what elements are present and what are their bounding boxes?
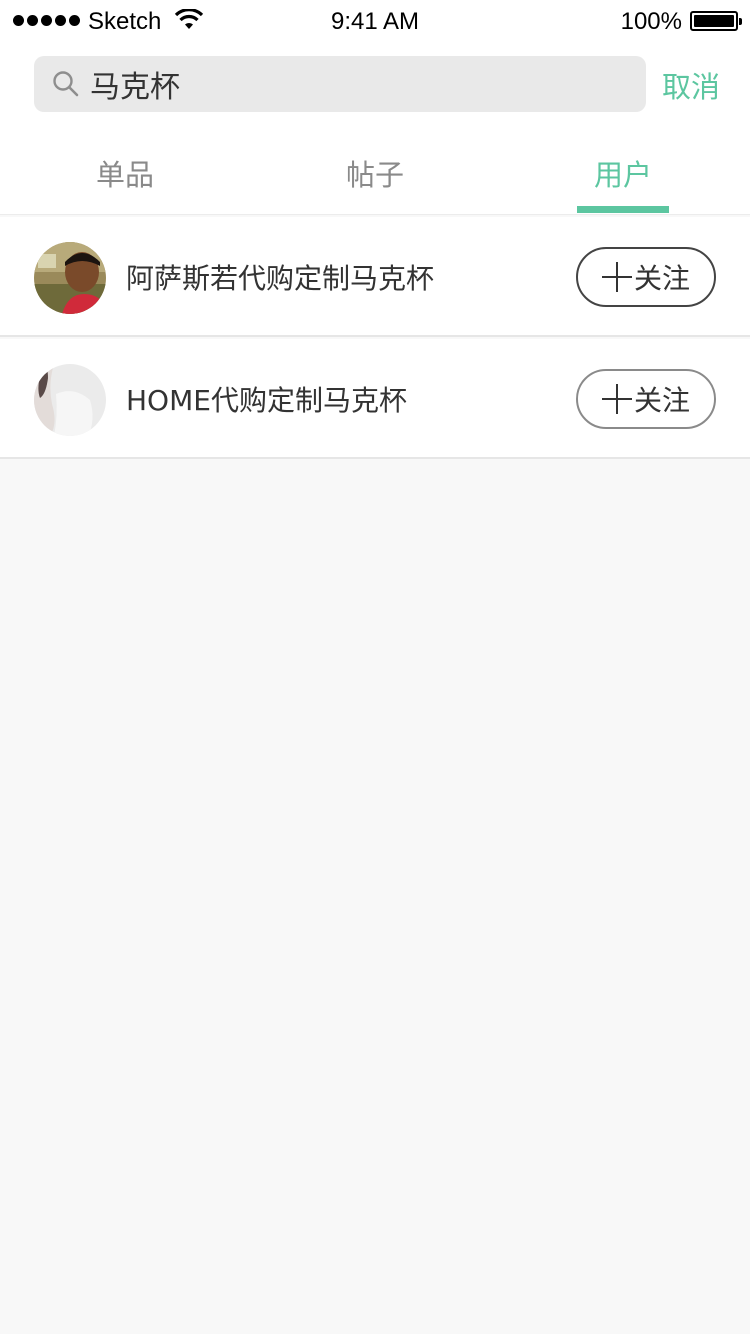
search-icon: [52, 70, 80, 102]
battery-percentage: 100%: [620, 8, 682, 35]
search-input[interactable]: [90, 65, 630, 103]
user-list-item[interactable]: HOME代购定制马克杯 关注: [0, 339, 750, 459]
user-name: 阿萨斯若代购定制马克杯: [126, 262, 435, 295]
status-bar: Sketch 9:41 AM 100%: [0, 0, 750, 44]
search-bar[interactable]: [34, 56, 646, 112]
avatar: [34, 242, 106, 314]
avatar: [34, 364, 106, 436]
tab-posts[interactable]: 帖子: [295, 152, 455, 214]
user-list-item[interactable]: 阿萨斯若代购定制马克杯 关注: [0, 217, 750, 337]
tab-users[interactable]: 用户: [543, 152, 703, 214]
battery-icon: [690, 11, 742, 31]
header-area: Sketch 9:41 AM 100% 取消 单品 帖子 用户: [0, 0, 750, 215]
plus-icon: [601, 384, 632, 414]
cancel-button[interactable]: 取消: [662, 64, 720, 106]
tabs-divider: [0, 214, 750, 215]
tab-items[interactable]: 单品: [45, 152, 205, 214]
follow-button[interactable]: 关注: [576, 369, 716, 429]
follow-button[interactable]: 关注: [576, 247, 716, 307]
follow-label: 关注: [633, 262, 690, 295]
plus-icon: [601, 262, 632, 292]
user-name: HOME代购定制马克杯: [126, 384, 407, 417]
follow-label: 关注: [633, 384, 690, 417]
active-tab-indicator: [577, 206, 669, 213]
